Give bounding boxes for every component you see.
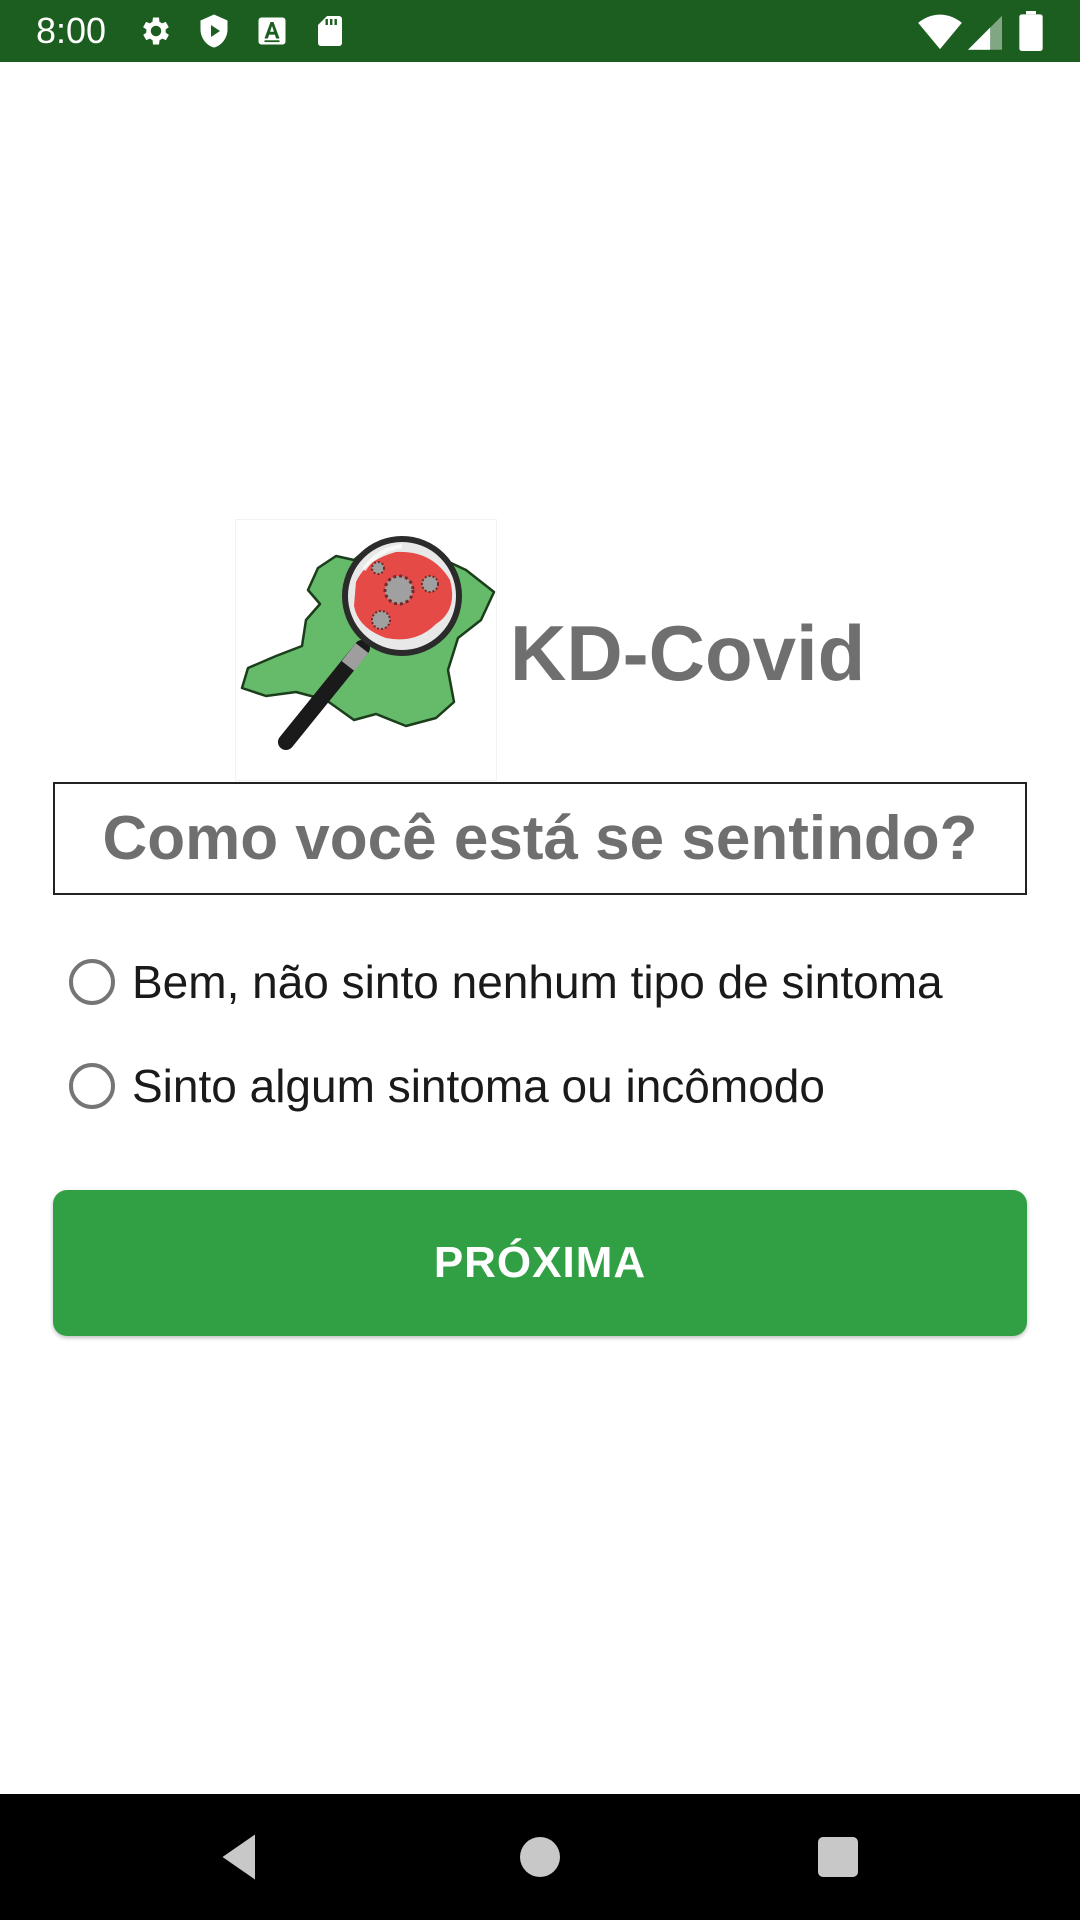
home-icon[interactable] xyxy=(510,1827,570,1887)
next-button[interactable]: PRÓXIMA xyxy=(53,1190,1027,1336)
radio-option-has-symptoms[interactable]: Sinto algum sintoma ou incômodo xyxy=(66,1051,1046,1121)
radio-button-icon[interactable] xyxy=(69,959,115,1005)
radio-label: Sinto algum sintoma ou incômodo xyxy=(132,1060,825,1112)
radio-label: Bem, não sinto nenhum tipo de sintoma xyxy=(132,956,943,1008)
question-text: Como você está se sentindo? xyxy=(102,804,978,873)
back-icon[interactable] xyxy=(210,1827,270,1887)
navigation-bar xyxy=(0,1794,1080,1920)
next-button-label: PRÓXIMA xyxy=(433,1238,647,1287)
status-time: 8:00 xyxy=(36,10,107,51)
status-bar: 8:00 xyxy=(0,0,1080,62)
radio-option-no-symptoms[interactable]: Bem, não sinto nenhum tipo de sintoma xyxy=(66,947,1046,1017)
screen: 8:00 KD-Covid Como você está se sentindo… xyxy=(0,0,1080,1920)
app-title: KD-Covid xyxy=(510,609,866,697)
shield-play-icon xyxy=(200,14,228,48)
wifi-icon xyxy=(918,14,962,50)
cell-signal-icon xyxy=(968,15,1002,50)
radio-button-icon[interactable] xyxy=(69,1063,115,1109)
question-box: Como você está se sentindo? xyxy=(53,782,1027,895)
app-logo xyxy=(235,519,497,781)
settings-icon xyxy=(143,17,169,45)
font-a-icon xyxy=(258,17,286,45)
sd-card-icon xyxy=(318,16,342,46)
recents-icon[interactable] xyxy=(808,1827,868,1887)
battery-icon xyxy=(1019,11,1043,51)
kd-covid-logo xyxy=(240,536,496,750)
